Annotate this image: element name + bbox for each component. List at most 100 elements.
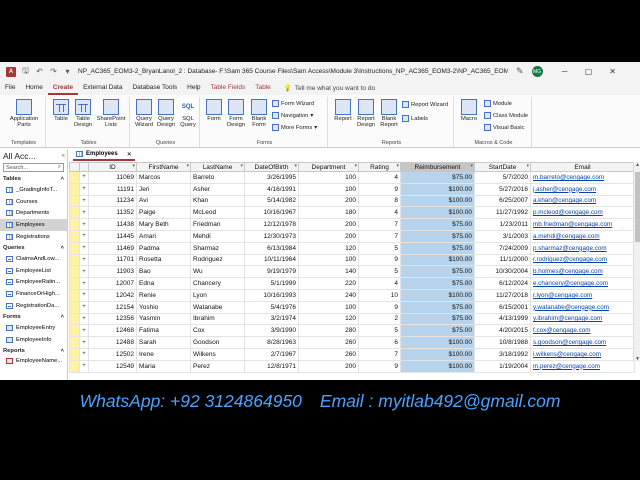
table-row[interactable]: +11191 Jeri Asher 4/16/1991 100 9 $100.00 5/27/… [69,182,635,196]
cell-firstname[interactable]: Yasmin [136,312,191,326]
record-selector[interactable] [69,194,80,208]
cell-rating[interactable]: 5 [358,324,401,338]
cell-reimbursement[interactable]: $75.00 [400,241,475,255]
expand-subdatasheet-icon[interactable]: + [79,347,89,361]
column-header-firstname[interactable]: FirstName ▾ [136,162,191,172]
blank-form-button[interactable]: Blank Form [248,99,270,129]
cell-dateofbirth[interactable]: 3/2/1974 [244,312,299,326]
cell-id[interactable]: 11352 [88,206,137,220]
cell-startdate[interactable]: 11/27/2018 [474,288,531,302]
cell-lastname[interactable]: Wilkens [190,347,245,361]
minimize-icon[interactable]: ─ [553,67,577,76]
tab-table-fields[interactable]: Table Fields [206,81,251,95]
cell-lastname[interactable]: Wu [190,265,245,279]
nav-item[interactable]: RegistrationDa... [0,300,67,312]
expand-subdatasheet-icon[interactable]: + [79,312,89,326]
close-tab-icon[interactable]: ✕ [127,151,132,158]
form-design-button[interactable]: Form Design [225,99,247,129]
cell-email[interactable]: m.perez@cengage.com [530,359,635,373]
cell-reimbursement[interactable]: $100.00 [400,288,475,302]
tab-employees[interactable]: Employees ✕ [73,149,135,161]
cell-firstname[interactable]: Rosetta [136,253,191,267]
macro-button[interactable]: Macro [458,99,480,122]
cell-startdate[interactable]: 5/27/2016 [474,182,531,196]
record-selector[interactable] [69,171,80,184]
cell-dateofbirth[interactable]: 12/8/1971 [244,359,299,373]
cell-startdate[interactable]: 4/13/1999 [474,312,531,326]
cell-department[interactable]: 240 [298,288,359,302]
nav-item[interactable]: ClaimsAndLow... [0,253,67,265]
cell-department[interactable]: 100 [298,182,359,196]
vertical-scrollbar[interactable]: ▲ ▼ [633,162,640,362]
cell-email[interactable]: a.mehdi@cengage.com [530,229,635,243]
table-row[interactable]: +11445 Amari Mehdi 12/30/1973 200 7 $75.00 3/1/… [69,229,635,243]
cell-reimbursement[interactable]: $100.00 [400,347,475,361]
nav-item[interactable]: Departments [0,208,67,220]
tab-home[interactable]: Home [20,81,47,95]
cell-dateofbirth[interactable]: 4/16/1991 [244,182,299,196]
cell-lastname[interactable]: Friedman [190,218,245,231]
table-row[interactable]: +12488 Sarah Goodson 8/28/1963 260 6 $100.00 10… [69,336,635,349]
cell-startdate[interactable]: 10/30/2004 [474,265,531,279]
cell-department[interactable]: 200 [298,359,359,373]
table-row[interactable]: +11352 Paige McLeod 10/16/1967 180 4 $100.00 11… [69,206,635,220]
cell-department[interactable]: 200 [298,218,359,231]
cell-reimbursement[interactable]: $100.00 [400,336,475,349]
cell-id[interactable]: 11445 [88,229,137,243]
cell-lastname[interactable]: Rodriguez [190,253,245,267]
cell-firstname[interactable]: Avi [136,194,191,208]
scroll-up-icon[interactable]: ▲ [634,162,640,168]
redo-icon[interactable]: ↷ [49,67,58,76]
nav-item[interactable]: EmployeeInfo [0,334,67,346]
nav-item[interactable]: EmployeeEntry [0,322,67,334]
cell-id[interactable]: 11701 [88,253,137,267]
cell-reimbursement[interactable]: $100.00 [400,253,475,267]
filter-dropdown-icon[interactable]: ▾ [526,164,529,170]
cell-email[interactable]: r.lyon@cengage.com [530,288,635,302]
record-selector[interactable] [69,206,80,220]
cell-startdate[interactable]: 6/12/2024 [474,277,531,290]
table-row[interactable]: +11903 Bao Wu 9/19/1979 140 5 $75.00 10/30/2004… [69,265,635,279]
cell-lastname[interactable]: Chancery [190,277,245,290]
cell-rating[interactable]: 6 [358,336,401,349]
column-header-rating[interactable]: Rating ▾ [358,162,401,172]
module-button[interactable]: Module [484,100,512,107]
cell-rating[interactable]: 9 [358,253,401,267]
filter-dropdown-icon[interactable]: ▾ [294,164,297,170]
cell-reimbursement[interactable]: $75.00 [400,171,475,184]
cell-department[interactable]: 200 [298,194,359,208]
cell-startdate[interactable]: 1/23/2011 [474,218,531,231]
cell-reimbursement[interactable]: $75.00 [400,218,475,231]
cell-rating[interactable]: 4 [358,277,401,290]
visual-basic-button[interactable]: Visual Basic [484,124,524,131]
record-selector[interactable] [69,277,80,290]
filter-dropdown-icon[interactable]: ▾ [186,164,189,170]
cell-startdate[interactable]: 11/27/1992 [474,206,531,220]
tab-create[interactable]: Create [47,81,79,95]
cell-reimbursement[interactable]: $75.00 [400,277,475,290]
cell-dateofbirth[interactable]: 9/19/1979 [244,265,299,279]
sql-query-button[interactable]: SQL SQL Query [177,99,199,129]
cell-dateofbirth[interactable]: 10/16/1967 [244,206,299,220]
table-row[interactable]: +12356 Yasmin Ibrahim 3/2/1974 120 2 $75.00 4/1… [69,312,635,326]
table-row[interactable]: +11701 Rosetta Rodriguez 10/11/1964 100 9 $100… [69,253,635,267]
cell-startdate[interactable]: 6/15/2001 [474,300,531,314]
tab-database-tools[interactable]: Database Tools [127,81,182,95]
cell-email[interactable]: b.holmes@cengage.com [530,265,635,279]
cell-rating[interactable]: 7 [358,218,401,231]
cell-startdate[interactable]: 4/20/2015 [474,324,531,338]
cell-rating[interactable]: 4 [358,206,401,220]
class-module-button[interactable]: Class Module [484,112,528,119]
cell-rating[interactable]: 7 [358,347,401,361]
cell-lastname[interactable]: Sharmaz [190,241,245,255]
labels-button[interactable]: Labels [402,115,428,122]
table-button[interactable]: Table [50,99,72,122]
nav-section-tables[interactable]: Tables ˄ [0,174,67,184]
nav-item[interactable]: Registrations [0,231,67,243]
tab-file[interactable]: File [0,81,20,95]
nav-item[interactable]: EmployeeList [0,265,67,277]
record-selector[interactable] [69,359,80,373]
cell-id[interactable]: 11069 [88,171,137,184]
column-header-lastname[interactable]: LastName ▾ [190,162,245,172]
expand-subdatasheet-icon[interactable]: + [79,288,89,302]
